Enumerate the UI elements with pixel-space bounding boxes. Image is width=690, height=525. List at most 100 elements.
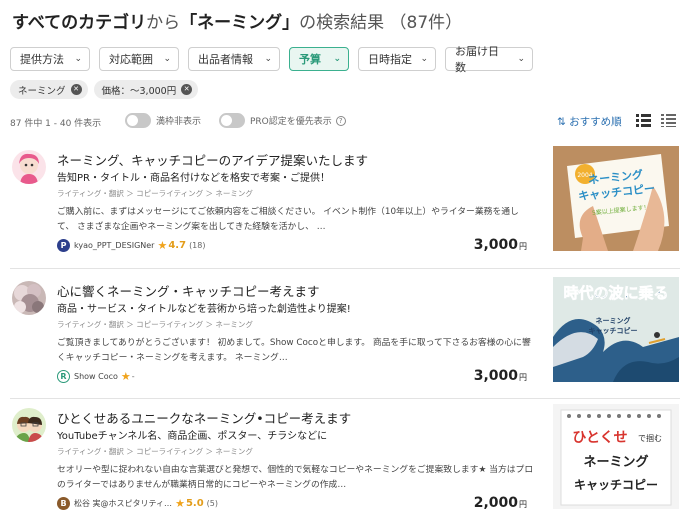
breadcrumb: ライティング・翻訳 ＞ コピーライティング ＞ ネーミング bbox=[57, 320, 253, 329]
service-card[interactable]: ネーミング、キャッチコピーのアイデア提案いたします 告知PR・タイトル・商品名付… bbox=[0, 146, 690, 270]
category-label[interactable]: すべてのカテゴリ bbox=[12, 13, 146, 33]
filter-label: 対応範囲 bbox=[109, 53, 153, 66]
tag-price: 価格：～3,000円 ✕ bbox=[93, 80, 199, 99]
toggle-switch[interactable] bbox=[125, 113, 151, 128]
toggle-pro-priority[interactable]: PRO認定を優先表示 ? bbox=[219, 113, 346, 128]
currency-label: 円 bbox=[519, 373, 527, 382]
heading-keyword: 「ネーミング」 bbox=[180, 13, 300, 33]
avatar[interactable] bbox=[12, 281, 46, 315]
filter-label: 日時指定 bbox=[368, 53, 412, 66]
tag-label: ネーミング bbox=[18, 85, 66, 97]
result-count: （87件） bbox=[389, 13, 463, 33]
thumb-line1: 時代の波に乗る bbox=[563, 284, 668, 302]
review-count: - bbox=[131, 372, 135, 381]
divider bbox=[10, 398, 680, 399]
list-view-icon[interactable] bbox=[636, 113, 651, 127]
seller-info: B 松谷 実@ホスピタリティ… ★ 5.0 (5) bbox=[57, 497, 218, 510]
thumb-line1b: で掴む bbox=[638, 433, 662, 443]
chevron-down-icon: ⌄ bbox=[163, 54, 171, 64]
chevron-down-icon: ⌄ bbox=[333, 54, 341, 64]
review-count: (5) bbox=[206, 499, 218, 508]
currency-label: 円 bbox=[519, 500, 527, 509]
result-meta-bar: 87 件中 1 - 40 件表示 満枠非表示 PRO認定を優先表示 ? ⇅ おす… bbox=[0, 112, 690, 132]
filter-label: 提供方法 bbox=[20, 53, 64, 66]
avatar[interactable] bbox=[12, 150, 46, 184]
filter-delivery-method[interactable]: 提供方法 ⌄ bbox=[10, 47, 90, 71]
service-title[interactable]: ネーミング、キャッチコピーのアイデア提案いたします bbox=[57, 150, 368, 169]
toggle-label: PRO認定を優先表示 bbox=[250, 117, 332, 127]
tag-label: 価格：～3,000円 bbox=[101, 85, 177, 97]
service-thumbnail[interactable]: ひとくせ で掴む ネーミング キャッチコピー bbox=[553, 404, 679, 509]
service-subtitle: 商品・サービス・タイトルなどを芸術から培った創造性より提案! bbox=[57, 304, 351, 315]
seller-name[interactable]: kyao_PPT_DESIGNer bbox=[74, 241, 154, 250]
compact-list-view-icon[interactable] bbox=[661, 113, 676, 127]
filter-label: 出品者情報 bbox=[198, 53, 253, 66]
sort-dropdown[interactable]: ⇅ おすすめ順 bbox=[557, 114, 622, 129]
help-icon[interactable]: ? bbox=[335, 115, 346, 126]
rating-value: 5.0 bbox=[185, 498, 204, 509]
filter-budget[interactable]: 予算 ⌄ bbox=[289, 47, 349, 71]
tag-keyword: ネーミング ✕ bbox=[10, 80, 88, 99]
close-icon[interactable]: ✕ bbox=[70, 84, 82, 95]
thumb-line2: ネーミング bbox=[583, 454, 648, 470]
breadcrumb: ライティング・翻訳 ＞ コピーライティング ＞ ネーミング bbox=[57, 447, 253, 456]
platinum-rank-badge-icon: P bbox=[57, 239, 70, 252]
breadcrumb: ライティング・翻訳 ＞ コピーライティング ＞ ネーミング bbox=[57, 189, 253, 198]
sort-label: おすすめ順 bbox=[569, 116, 622, 128]
price: 2,000円 bbox=[474, 495, 527, 511]
service-description: ご覧頂きましてありがとうございます！ 初めまして。Show Cocoと申します。… bbox=[57, 338, 531, 363]
service-subtitle: 告知PR・タイトル・商品名付けなどを格安で考案・ご提供！ bbox=[57, 173, 330, 184]
star-icon: ★ bbox=[120, 370, 131, 383]
chevron-down-icon: ⌄ bbox=[420, 54, 428, 64]
review-count: (18) bbox=[189, 241, 206, 250]
currency-label: 円 bbox=[519, 242, 527, 251]
thumb-line3: キャッチコピー bbox=[589, 326, 638, 335]
price: 3,000円 bbox=[474, 368, 527, 384]
seller-info: P kyao_PPT_DESIGNer ★ 4.7 (18) bbox=[57, 239, 205, 252]
thumb-line1a: ひとくせ bbox=[572, 430, 627, 446]
price-value: 3,000 bbox=[473, 368, 518, 384]
chevron-down-icon: ⌄ bbox=[264, 54, 272, 64]
service-description: ご購入前に、まずはメッセージにてご依頼内容をご相談ください。 イベント制作（10… bbox=[57, 207, 519, 232]
heading-suffix: の検索結果 bbox=[299, 13, 385, 33]
filter-label: お届け日数 bbox=[455, 45, 499, 74]
filter-scope[interactable]: 対応範囲 ⌄ bbox=[99, 47, 179, 71]
service-card[interactable]: 心に響くネーミング・キャッチコピー考えます 商品・サービス・タイトルなどを芸術か… bbox=[0, 277, 690, 401]
avatar[interactable] bbox=[12, 408, 46, 442]
seller-name[interactable]: 松谷 実@ホスピタリティ… bbox=[74, 498, 172, 509]
price-value: 2,000 bbox=[473, 495, 518, 511]
heading-from: から bbox=[146, 13, 181, 33]
service-thumbnail[interactable]: 時代の波に乗る ネーミング キャッチコピー bbox=[553, 277, 679, 382]
toggle-hide-full[interactable]: 満枠非表示 bbox=[125, 113, 201, 128]
service-title[interactable]: ひとくせあるユニークなネーミング•コピー考えます bbox=[57, 408, 351, 427]
result-range: 87 件中 1 - 40 件表示 bbox=[10, 119, 102, 129]
divider bbox=[10, 268, 680, 269]
service-thumbnail[interactable]: 2004 ネーミング キャッチコピー 5案以上提案します！ bbox=[553, 146, 679, 251]
bronze-rank-badge-icon: B bbox=[57, 497, 70, 510]
regular-rank-badge-icon: R bbox=[57, 370, 70, 383]
search-result-heading: すべてのカテゴリから「ネーミング」の検索結果 （87件） bbox=[12, 8, 462, 33]
filter-seller-info[interactable]: 出品者情報 ⌄ bbox=[188, 47, 280, 71]
toggle-switch[interactable] bbox=[219, 113, 245, 128]
star-icon: ★ bbox=[157, 239, 168, 252]
service-card[interactable]: ひとくせあるユニークなネーミング•コピー考えます YouTubeチャンネル名、商… bbox=[0, 404, 690, 525]
service-subtitle: YouTubeチャンネル名、商品企画、ポスター、チラシなどに bbox=[57, 431, 328, 442]
rating-value: 4.7 bbox=[168, 240, 187, 251]
seller-name[interactable]: Show Coco bbox=[74, 372, 118, 381]
star-icon: ★ bbox=[175, 497, 185, 510]
service-title[interactable]: 心に響くネーミング・キャッチコピー考えます bbox=[57, 281, 320, 300]
chevron-down-icon: ⌄ bbox=[74, 54, 82, 64]
toggle-label: 満枠非表示 bbox=[156, 117, 202, 127]
seller-info: R Show Coco ★ - bbox=[57, 370, 135, 383]
chevron-down-icon: ⌄ bbox=[517, 54, 525, 64]
price: 3,000円 bbox=[474, 237, 527, 253]
close-icon[interactable]: ✕ bbox=[181, 84, 193, 95]
filter-delivery-days[interactable]: お届け日数 ⌄ bbox=[445, 45, 533, 74]
thumb-line3: キャッチコピー bbox=[574, 478, 658, 492]
filter-date[interactable]: 日時指定 ⌄ bbox=[358, 47, 436, 71]
filter-label: 予算 bbox=[299, 53, 321, 66]
price-value: 3,000 bbox=[473, 237, 518, 253]
filter-bar: 提供方法 ⌄ 対応範囲 ⌄ 出品者情報 ⌄ 予算 ⌄ 日時指定 ⌄ お届け日数 ⌄ bbox=[10, 45, 533, 74]
thumb-line2: ネーミング bbox=[596, 316, 631, 325]
sort-icon: ⇅ bbox=[557, 116, 566, 128]
